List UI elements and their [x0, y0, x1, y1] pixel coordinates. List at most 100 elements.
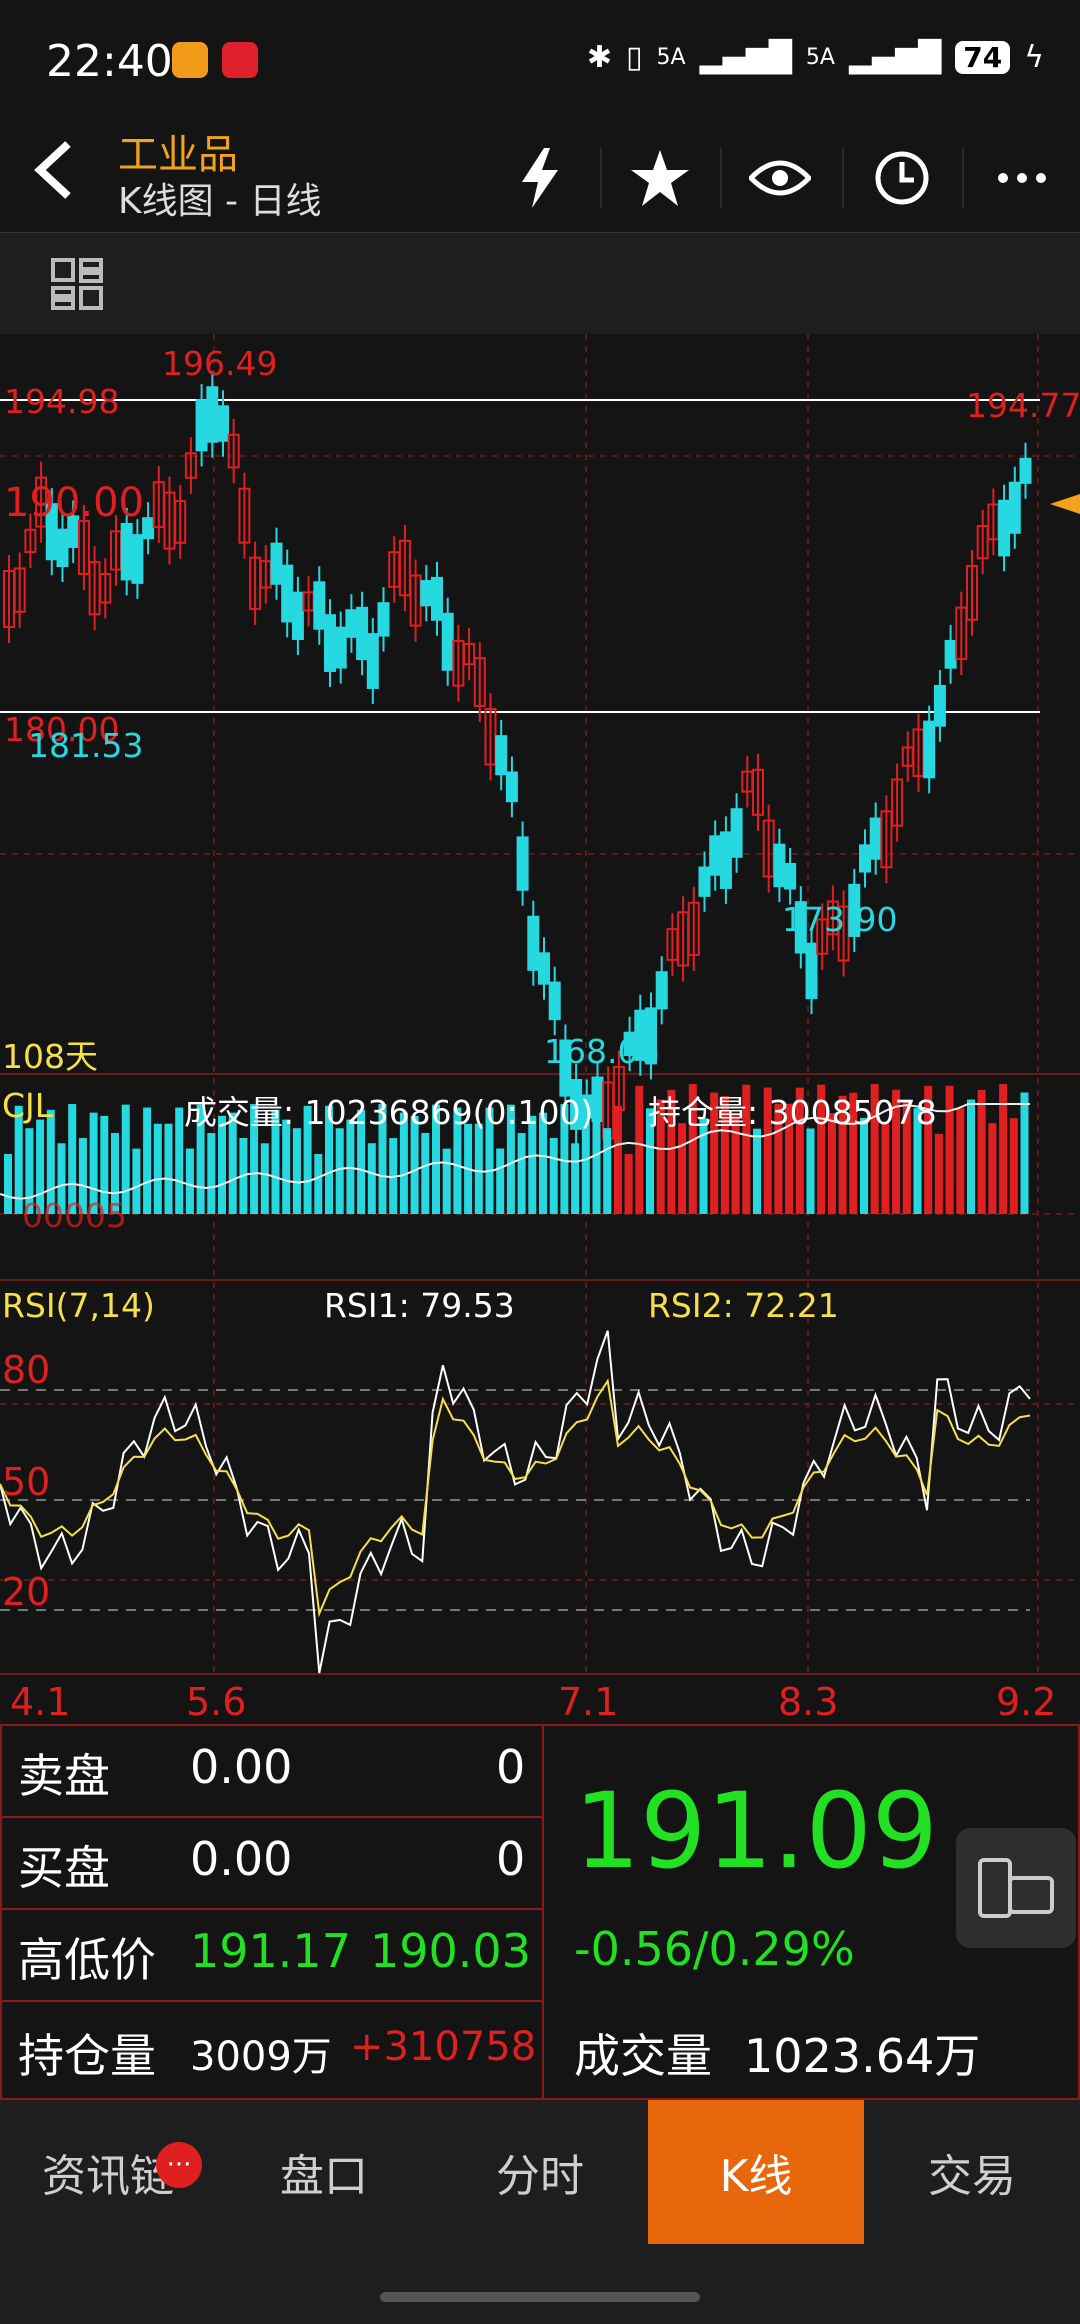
volume-indicator-name[interactable]: CJL	[2, 1086, 53, 1125]
star-icon[interactable]	[620, 138, 700, 218]
candle-body	[944, 639, 957, 669]
volume-bar	[753, 1128, 761, 1214]
clock-icon[interactable]	[862, 138, 942, 218]
tab-label: K线	[719, 2151, 793, 2202]
home-indicator	[380, 2292, 700, 2302]
tab-label: 分时	[496, 2151, 584, 2202]
candle-body	[324, 614, 336, 672]
volume-label: 成交量	[574, 2029, 712, 2083]
candle-body	[1019, 457, 1032, 484]
candle-body	[730, 808, 743, 858]
volume-bar	[571, 1143, 580, 1214]
tab-label: 盘口	[280, 2151, 368, 2202]
date-label: 5.6	[186, 1680, 247, 1724]
candle-body	[131, 534, 144, 584]
candle-body	[505, 771, 518, 803]
volume-value: 1023.64万	[744, 2029, 981, 2083]
screen-switch-icon[interactable]	[956, 1828, 1076, 1948]
app-notification-icon	[172, 42, 208, 78]
price-label-trough: 168.06	[544, 1032, 660, 1071]
divider	[842, 148, 844, 208]
volume-bar	[945, 1085, 954, 1214]
candle-body	[142, 517, 155, 540]
network-label-1: 5A	[656, 45, 686, 70]
volume-bar	[474, 1123, 483, 1214]
rsi-level-50: 50	[2, 1460, 51, 1504]
candle-body	[538, 952, 550, 985]
high-price: 191.17	[190, 1924, 351, 1978]
candle-body	[420, 580, 433, 607]
price-axis-label-190: 190.00	[4, 480, 144, 526]
candle-body	[859, 844, 871, 873]
volume-bar	[806, 1128, 815, 1214]
rsi-indicator-name[interactable]: RSI(7,14)	[2, 1286, 155, 1325]
chart-toolbar	[0, 232, 1080, 336]
eye-icon[interactable]	[740, 138, 820, 218]
candle-body	[313, 581, 326, 630]
candle-body	[356, 606, 369, 661]
candle-body	[655, 971, 668, 1010]
low-price: 190.03	[370, 1924, 531, 1978]
volume-bar	[496, 1148, 505, 1214]
volume-bar	[977, 1089, 986, 1214]
signal-icon-2: ▂▄▆█	[848, 40, 942, 75]
volume-bar	[517, 1133, 526, 1214]
volume-bar	[678, 1123, 687, 1214]
tab-orderbook[interactable]: 盘口	[216, 2100, 432, 2244]
volume-bar	[934, 1133, 943, 1214]
volume-bar	[314, 1153, 323, 1214]
volume-bar	[635, 1085, 644, 1214]
buy-qty: 0	[496, 1832, 526, 1886]
signal-icon: ▂▄▆█	[699, 40, 792, 75]
volume-bar	[335, 1128, 344, 1214]
app-notification-icon-2	[222, 42, 258, 78]
volume-bar	[153, 1123, 162, 1214]
candle-body	[291, 591, 304, 640]
open-interest-label: 持仓量	[18, 2029, 156, 2083]
volume-bar	[956, 1108, 965, 1214]
candle-body	[366, 633, 379, 689]
rsi-level-80: 80	[2, 1348, 51, 1392]
candle-body	[495, 735, 508, 776]
price-label-high-left: 194.98	[4, 382, 120, 421]
bluetooth-icon: ✱	[586, 40, 613, 75]
charging-icon: ϟ	[1024, 40, 1044, 75]
date-label: 7.1	[558, 1680, 619, 1724]
high-low-label: 高低价	[18, 1933, 156, 1987]
volume-text: 成交量: 10236869(0:100)	[184, 1093, 594, 1132]
volume-bar	[1020, 1092, 1029, 1214]
candle-body	[773, 843, 786, 888]
volume-bar	[175, 1107, 184, 1214]
candle-body	[698, 866, 711, 897]
chart-canvas[interactable]	[0, 334, 1080, 1724]
days-label: 108天	[2, 1037, 98, 1076]
kline-chart[interactable]: 194.98 196.49 194.77 190.00 180.00 181.5…	[0, 334, 1080, 1724]
back-icon[interactable]	[30, 138, 78, 213]
candle-body	[923, 720, 936, 779]
lightning-icon[interactable]	[500, 138, 580, 218]
volume-bar	[592, 1119, 601, 1214]
sell-price: 0.00	[190, 1740, 293, 1794]
tab-trade[interactable]: 交易	[864, 2100, 1080, 2244]
rsi1-value: RSI1: 79.53	[324, 1286, 515, 1325]
layout-grid-icon[interactable]	[50, 257, 104, 315]
sell-qty: 0	[496, 1740, 526, 1794]
tab-kline[interactable]: K线	[648, 2100, 864, 2244]
volume-bar	[143, 1107, 152, 1214]
candle-body	[334, 626, 347, 669]
date-label: 9.2	[996, 1680, 1057, 1724]
volume-bar	[1009, 1118, 1018, 1214]
candle-body	[195, 399, 208, 452]
volume-bar	[260, 1143, 269, 1214]
candle-body	[56, 528, 69, 568]
open-interest-value: 3009万	[190, 2034, 332, 2080]
tab-intraday[interactable]: 分时	[432, 2100, 648, 2244]
candle-body	[527, 915, 540, 971]
volume-bar	[967, 1099, 975, 1214]
more-icon[interactable]	[982, 138, 1062, 218]
divider	[600, 148, 602, 208]
volume-bar	[613, 1105, 622, 1214]
candle-body	[709, 835, 722, 876]
battery-icon: 74	[955, 41, 1011, 74]
last-price: 191.09	[574, 1770, 938, 1892]
